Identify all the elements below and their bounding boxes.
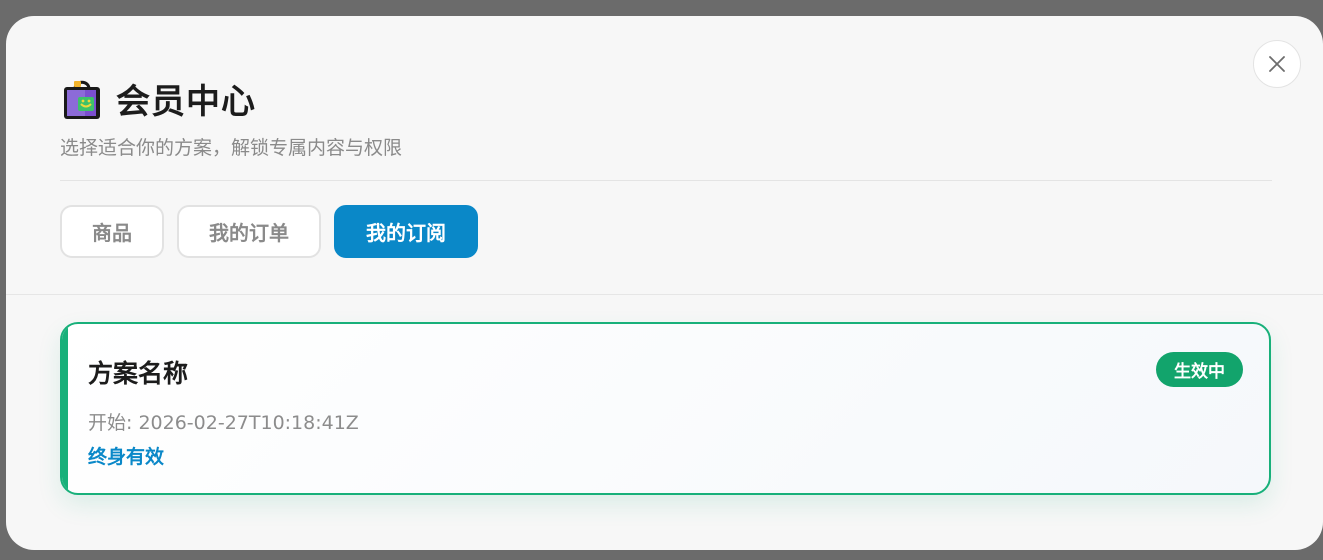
subscription-card: 方案名称 生效中 开始: 2026-02-27T10:18:41Z 终身有效 [60, 322, 1271, 495]
content-divider [6, 294, 1323, 295]
page-subtitle: 选择适合你的方案，解锁专属内容与权限 [60, 137, 403, 159]
start-value: 2026-02-27T10:18:41Z [138, 412, 359, 434]
shopping-bag-icon [64, 80, 100, 119]
card-accent-bar [62, 324, 68, 493]
tab-products[interactable]: 商品 [60, 205, 164, 258]
membership-modal: 会员中心 选择适合你的方案，解锁专属内容与权限 商品 我的订单 我的订阅 方案名… [6, 16, 1323, 550]
close-button[interactable] [1253, 40, 1301, 88]
start-label: 开始: [88, 412, 133, 434]
page-title: 会员中心 [116, 82, 256, 122]
duration-text: 终身有效 [88, 446, 165, 468]
plan-name: 方案名称 [88, 359, 189, 388]
status-badge: 生效中 [1156, 352, 1243, 387]
tab-my-subscriptions[interactable]: 我的订阅 [334, 205, 478, 258]
modal-header: 会员中心 选择适合你的方案，解锁专属内容与权限 [60, 74, 402, 160]
tab-bar: 商品 我的订单 我的订阅 [60, 205, 478, 258]
tab-my-orders[interactable]: 我的订单 [177, 205, 321, 258]
header-divider [60, 180, 1272, 181]
close-icon [1269, 56, 1285, 72]
start-date: 开始: 2026-02-27T10:18:41Z [88, 408, 359, 435]
